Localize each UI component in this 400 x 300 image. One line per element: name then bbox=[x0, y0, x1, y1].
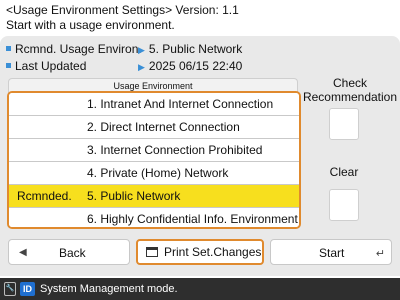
list-item-label: 5. Public Network bbox=[87, 189, 181, 203]
id-badge-icon: ID bbox=[20, 282, 35, 296]
list-item-label: 4. Private (Home) Network bbox=[87, 166, 229, 180]
list-item[interactable]: 4. Private (Home) Network bbox=[9, 162, 299, 185]
list-item[interactable]: 3. Internet Connection Prohibited bbox=[9, 139, 299, 162]
triangle-right-icon: ▶ bbox=[138, 45, 145, 55]
corner-arrow-icon: ↵ bbox=[375, 248, 385, 260]
print-settings-changes-button[interactable]: Print Set.Changes bbox=[136, 239, 264, 265]
bullet-icon bbox=[6, 63, 11, 68]
recommended-tag: Rcmnded. bbox=[17, 189, 72, 203]
recommended-label: Rcmnd. Usage Environ. bbox=[15, 42, 142, 56]
subtitle-text: Start with a usage environment. bbox=[6, 18, 175, 32]
start-button[interactable]: Start ↵ bbox=[270, 239, 392, 265]
updated-value: 2025 06/15 22:40 bbox=[148, 59, 243, 73]
print-icon bbox=[146, 247, 158, 257]
check-recommendation-label: Check Recommendation bbox=[302, 76, 398, 104]
status-text: System Management mode. bbox=[40, 283, 178, 295]
recommended-label-row: Rcmnd. Usage Environ. bbox=[6, 42, 142, 56]
list-item-label: 2. Direct Internet Connection bbox=[87, 120, 240, 134]
updated-value-row: ▶ 2025 06/15 22:40 bbox=[138, 59, 242, 74]
bullet-icon bbox=[6, 46, 11, 51]
back-arrow-icon: ◀ bbox=[19, 247, 27, 258]
triangle-right-icon: ▶ bbox=[138, 62, 145, 72]
list-item-label: 3. Internet Connection Prohibited bbox=[87, 143, 263, 157]
back-label: Back bbox=[59, 246, 86, 260]
list-item-label: 6. Highly Confidential Info. Environment bbox=[87, 212, 298, 226]
title-text: <Usage Environment Settings> Version: 1.… bbox=[6, 3, 239, 17]
check-recommendation-button[interactable] bbox=[329, 108, 359, 140]
wrench-icon: 🔧 bbox=[4, 282, 16, 296]
updated-label: Last Updated bbox=[15, 59, 87, 73]
status-bar: 🔧 ID System Management mode. bbox=[0, 278, 400, 300]
list-item-label: 1. Intranet And Internet Connection bbox=[87, 97, 274, 111]
list-item[interactable]: 1. Intranet And Internet Connection bbox=[9, 93, 299, 116]
screen-title: <Usage Environment Settings> Version: 1.… bbox=[6, 3, 239, 33]
list-item[interactable]: 6. Highly Confidential Info. Environment bbox=[9, 208, 299, 227]
recommended-value: 5. Public Network bbox=[148, 42, 243, 56]
back-button[interactable]: ◀ Back bbox=[8, 239, 130, 265]
usage-environment-list[interactable]: 1. Intranet And Internet Connection 2. D… bbox=[7, 91, 301, 229]
start-label: Start bbox=[319, 246, 345, 260]
clear-button[interactable] bbox=[329, 189, 359, 221]
list-item-selected[interactable]: Rcmnded. 5. Public Network bbox=[9, 185, 299, 208]
list-item[interactable]: 2. Direct Internet Connection bbox=[9, 116, 299, 139]
updated-label-row: Last Updated bbox=[6, 59, 86, 73]
print-label: Print Set.Changes bbox=[164, 245, 262, 259]
recommended-value-row: ▶ 5. Public Network bbox=[138, 42, 242, 57]
clear-label: Clear bbox=[329, 165, 359, 179]
